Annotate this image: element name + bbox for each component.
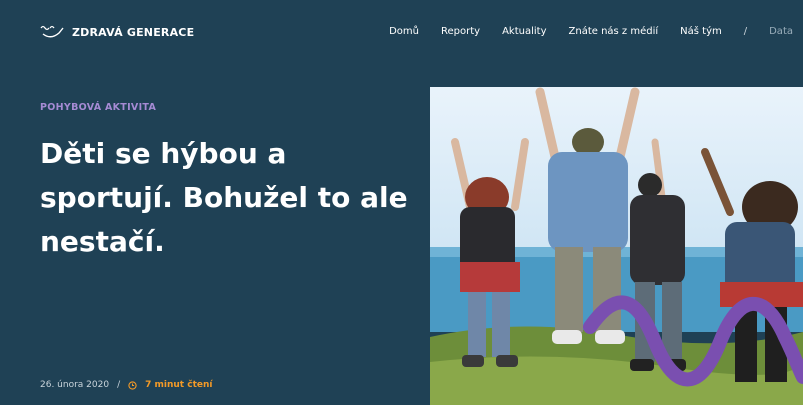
nav-item-data[interactable]: Data <box>769 26 793 37</box>
clock-icon <box>128 380 137 390</box>
nav-item-domu[interactable]: Domů <box>389 26 419 37</box>
nav-item-nas-tym[interactable]: Náš tým <box>680 26 722 37</box>
nav-item-reporty[interactable]: Reporty <box>441 26 480 37</box>
meta-separator: / <box>117 380 121 390</box>
top-navigation: ZDRAVÁ GENERACE Domů Reporty Aktuality Z… <box>0 0 803 60</box>
main-nav: Domů Reporty Aktuality Znáte nás z médií… <box>389 26 793 37</box>
brand-name: ZDRAVÁ GENERACE <box>72 25 195 39</box>
article-date: 26. února 2020 <box>40 380 110 390</box>
wave-smile-icon <box>40 25 64 38</box>
article-meta: 26. února 2020 / 7 minut čtení <box>40 380 212 390</box>
jumping-kids-illustration <box>430 87 803 405</box>
nav-separator: / <box>743 26 748 37</box>
article-category[interactable]: POHYBOVÁ AKTIVITA <box>40 102 156 113</box>
page: ZDRAVÁ GENERACE Domů Reporty Aktuality Z… <box>0 0 803 405</box>
article-title: Děti se hýbou a sportují. Bohužel to ale… <box>40 137 408 258</box>
brand-logo[interactable]: ZDRAVÁ GENERACE <box>40 25 194 39</box>
nav-item-znate-nas-z-medii[interactable]: Znáte nás z médií <box>569 26 659 37</box>
reading-time: 7 minut čtení <box>145 380 213 390</box>
page-edge <box>803 0 810 405</box>
hero-image <box>430 87 803 405</box>
nav-item-aktuality[interactable]: Aktuality <box>502 26 546 37</box>
